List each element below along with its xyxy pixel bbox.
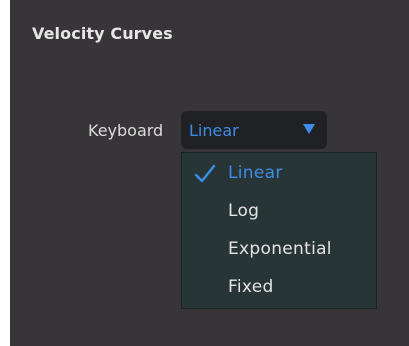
menu-item-exponential[interactable]: Exponential <box>182 231 376 269</box>
menu-item-log[interactable]: Log <box>182 193 376 231</box>
menu-item-label: Exponential <box>228 239 332 259</box>
settings-panel: Velocity Curves Keyboard Linear Linear L… <box>10 0 409 346</box>
section-title: Velocity Curves <box>32 24 173 43</box>
select-value: Linear <box>189 121 239 140</box>
triangle-down-icon <box>303 124 315 134</box>
menu-item-fixed[interactable]: Fixed <box>182 269 376 307</box>
menu-item-label: Log <box>228 201 260 221</box>
keyboard-velocity-select[interactable]: Linear <box>181 111 327 149</box>
menu-item-label: Linear <box>228 163 283 183</box>
keyboard-label: Keyboard <box>88 121 164 140</box>
menu-item-linear[interactable]: Linear <box>182 155 376 193</box>
menu-item-label: Fixed <box>228 277 274 297</box>
checkmark-icon <box>194 164 216 183</box>
velocity-dropdown-menu: Linear Log Exponential Fixed <box>181 152 377 309</box>
